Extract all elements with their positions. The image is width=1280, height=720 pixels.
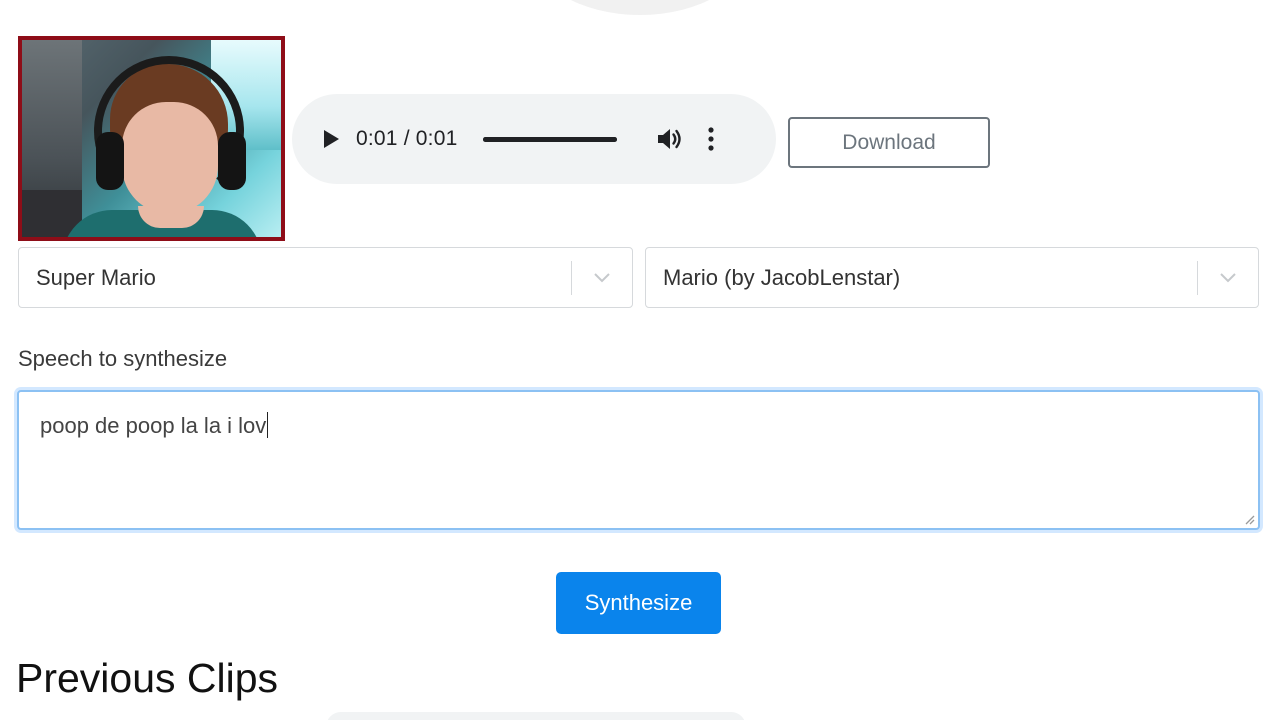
text-caret xyxy=(267,412,269,438)
audio-player: 0:01 / 0:01 xyxy=(292,94,776,184)
resize-grip-icon[interactable] xyxy=(1243,513,1255,525)
source-select[interactable]: Super Mario xyxy=(18,247,633,308)
previous-clips-heading: Previous Clips xyxy=(16,655,279,701)
play-icon[interactable] xyxy=(320,128,342,150)
audio-progress-fill xyxy=(483,136,618,142)
volume-icon[interactable] xyxy=(655,124,685,154)
download-button[interactable]: Download xyxy=(788,117,990,168)
speech-label: Speech to synthesize xyxy=(18,346,228,371)
chevron-down-icon[interactable] xyxy=(572,248,632,307)
speech-text: poop de poop la la i lov xyxy=(40,413,267,438)
audio-time-display: 0:01 / 0:01 xyxy=(356,127,458,150)
more-vertical-icon[interactable] xyxy=(705,124,717,154)
tts-page: 0:01 / 0:01 Download Super Mario Mario (… xyxy=(0,0,1280,720)
synthesize-button[interactable]: Synthesize xyxy=(556,572,721,634)
speech-textarea[interactable]: poop de poop la la i lov xyxy=(17,390,1260,530)
audio-progress-bar[interactable] xyxy=(483,136,618,142)
source-select-value: Super Mario xyxy=(36,264,156,290)
voice-select-value: Mario (by JacobLenstar) xyxy=(663,264,901,290)
previous-clip-player-peek xyxy=(326,712,746,720)
top-decorative-arc xyxy=(530,0,750,15)
voice-select[interactable]: Mario (by JacobLenstar) xyxy=(645,247,1259,308)
chevron-down-icon[interactable] xyxy=(1198,248,1258,307)
streamer-webcam-overlay xyxy=(18,36,285,241)
